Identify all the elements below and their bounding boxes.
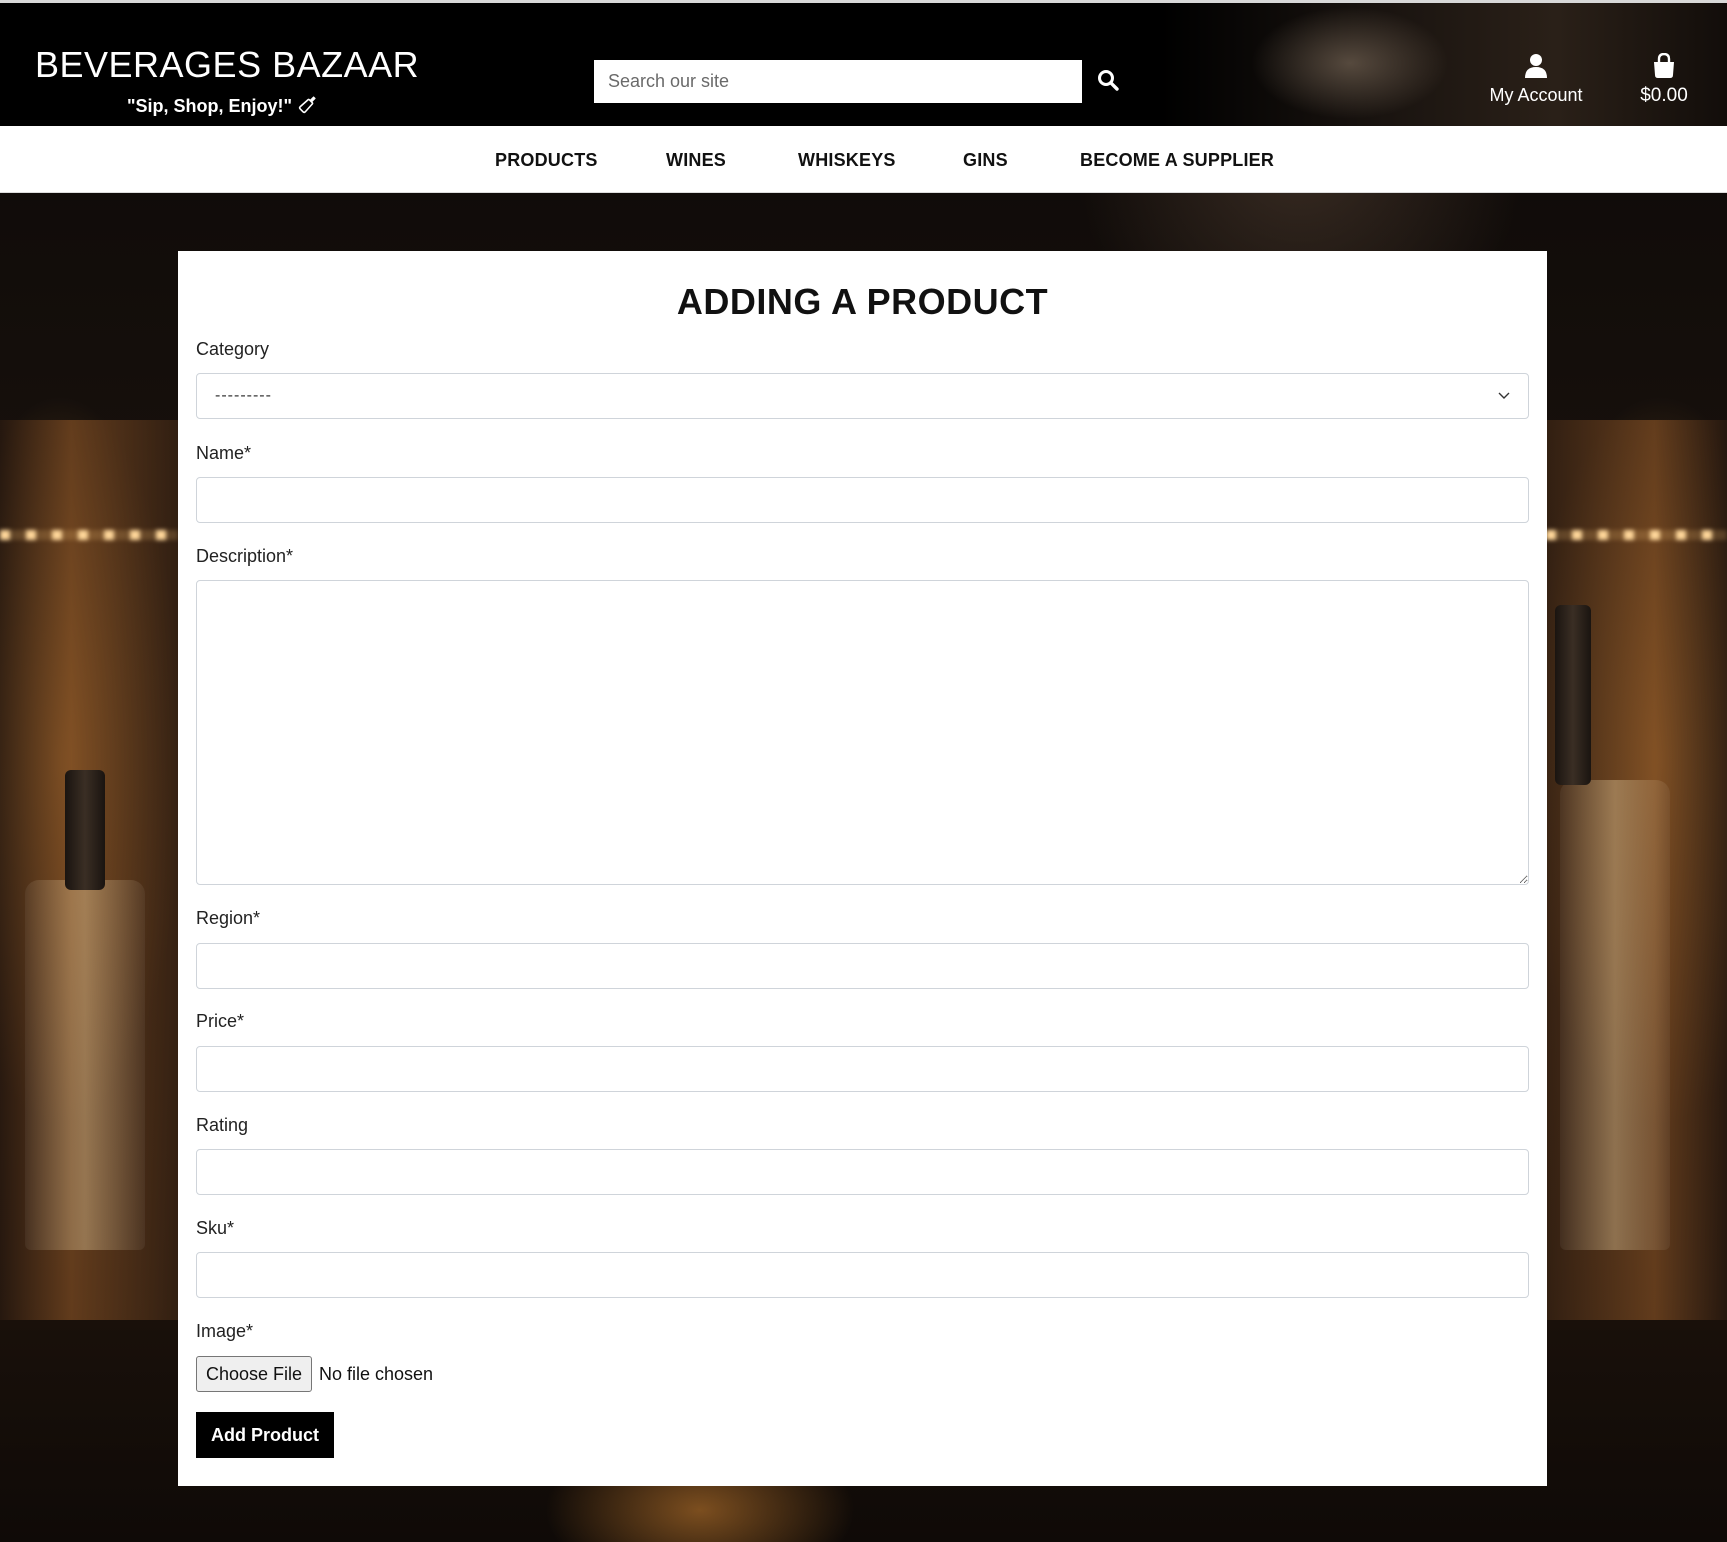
name-label: Name* bbox=[196, 443, 252, 463]
price-input[interactable] bbox=[196, 1046, 1529, 1092]
tagline-text: "Sip, Shop, Enjoy!" bbox=[127, 96, 293, 116]
sku-input[interactable] bbox=[196, 1252, 1529, 1298]
brand-tagline: "Sip, Shop, Enjoy!" bbox=[127, 94, 318, 119]
main-navigation: PRODUCTS WINES WHISKEYS GINS BECOME A SU… bbox=[0, 126, 1727, 193]
nav-item-become-a-supplier[interactable]: BECOME A SUPPLIER bbox=[1080, 150, 1274, 171]
nav-item-whiskeys[interactable]: WHISKEYS bbox=[798, 150, 896, 171]
category-label: Category bbox=[196, 339, 270, 359]
nav-item-wines[interactable]: WINES bbox=[666, 150, 726, 171]
description-label: Description* bbox=[196, 546, 294, 566]
chevron-down-icon bbox=[1498, 387, 1510, 405]
name-input[interactable] bbox=[196, 477, 1529, 523]
add-product-button[interactable]: Add Product bbox=[196, 1412, 334, 1458]
page-title: ADDING A PRODUCT bbox=[676, 281, 1049, 322]
description-textarea[interactable] bbox=[196, 580, 1529, 885]
brand-logo[interactable]: BEVERAGES BAZAAR bbox=[35, 44, 419, 86]
sku-label: Sku* bbox=[196, 1218, 235, 1238]
nav-item-gins[interactable]: GINS bbox=[963, 150, 1008, 171]
rating-label: Rating bbox=[196, 1115, 249, 1135]
background-lights-right bbox=[1546, 530, 1727, 540]
price-label: Price* bbox=[196, 1011, 245, 1031]
my-account-label: My Account bbox=[1489, 85, 1583, 105]
rating-input[interactable] bbox=[196, 1149, 1529, 1195]
site-header: BEVERAGES BAZAAR "Sip, Shop, Enjoy!" Sea… bbox=[0, 3, 1727, 126]
search-input[interactable] bbox=[594, 60, 1082, 103]
search-button[interactable] bbox=[1082, 60, 1134, 103]
region-input[interactable] bbox=[196, 943, 1529, 989]
user-icon bbox=[1476, 53, 1596, 79]
background-bottle-neck bbox=[1555, 605, 1591, 785]
image-label: Image* bbox=[196, 1321, 254, 1341]
background-lights-left bbox=[0, 530, 178, 540]
shopping-cart-link[interactable]: $0.00 bbox=[1620, 53, 1708, 107]
wine-bottle-icon bbox=[298, 94, 318, 119]
shopping-bag-icon bbox=[1620, 53, 1708, 79]
background-bottle-neck bbox=[65, 770, 105, 890]
file-status-text: No file chosen bbox=[319, 1364, 434, 1384]
region-label: Region* bbox=[196, 908, 261, 928]
background-bottle bbox=[1560, 780, 1670, 1250]
my-account-link[interactable]: My Account bbox=[1476, 53, 1596, 106]
background-bottle bbox=[25, 880, 145, 1250]
add-product-form-card: ADDING A PRODUCT Category --------- Name… bbox=[178, 251, 1547, 1486]
nav-item-products[interactable]: PRODUCTS bbox=[495, 150, 598, 171]
search-icon bbox=[1097, 69, 1119, 94]
category-select[interactable]: --------- bbox=[196, 373, 1529, 419]
cart-total: $0.00 bbox=[1640, 85, 1688, 106]
choose-file-button[interactable]: Choose File bbox=[196, 1356, 313, 1392]
category-selected-value: --------- bbox=[215, 387, 272, 404]
